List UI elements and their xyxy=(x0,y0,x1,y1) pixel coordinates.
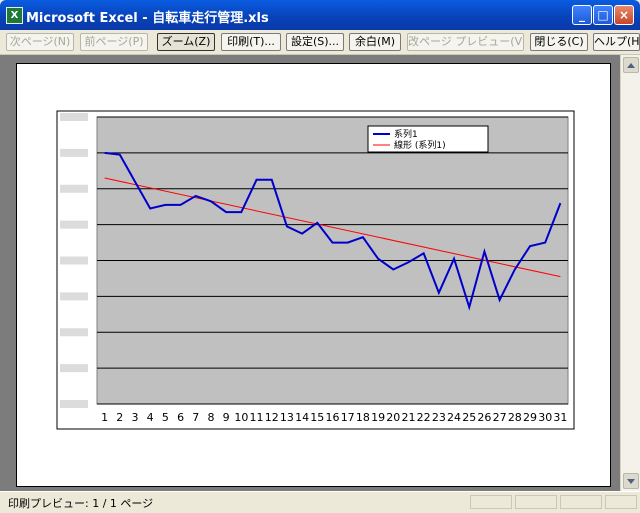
x-tick-label: 8 xyxy=(207,411,214,424)
x-tick-label: 31 xyxy=(553,411,567,424)
status-panel xyxy=(560,495,602,509)
vertical-scrollbar[interactable] xyxy=(620,55,640,491)
y-tick-label xyxy=(60,184,88,193)
y-tick-label xyxy=(60,364,88,373)
x-tick-label: 18 xyxy=(356,411,370,424)
x-tick-label: 30 xyxy=(538,411,552,424)
scroll-up-arrow-icon[interactable] xyxy=(623,57,639,73)
preview-area[interactable]: 1 2 3 4 5 6 7 8 9 10 11 12 13 14 15 16 17 18 19 20 21 22 23 24 2… xyxy=(0,55,620,491)
legend-label: 線形 (系列1) xyxy=(394,139,446,151)
x-tick-label: 6 xyxy=(177,411,184,424)
title-bar: X Microsoft Excel - 自転車走行管理.xls _ □ × xyxy=(0,0,640,30)
x-tick-label: 24 xyxy=(447,411,461,424)
x-tick-label: 10 xyxy=(234,411,248,424)
maximize-button[interactable]: □ xyxy=(593,5,613,25)
x-tick-label: 14 xyxy=(295,411,309,424)
setup-button[interactable]: 設定(S)... xyxy=(286,33,344,51)
printed-page[interactable]: 1 2 3 4 5 6 7 8 9 10 11 12 13 14 15 16 17 18 19 20 21 22 23 24 2… xyxy=(16,63,611,487)
close-window-button[interactable]: × xyxy=(614,5,634,25)
margins-button[interactable]: 余白(M) xyxy=(349,33,401,51)
legend-label: 系列1 xyxy=(394,128,418,140)
x-tick-label: 22 xyxy=(417,411,431,424)
y-tick-label xyxy=(60,148,88,157)
x-tick-label: 9 xyxy=(223,411,230,424)
y-tick-label xyxy=(60,400,88,408)
x-tick-label: 7 xyxy=(192,411,199,424)
maximize-icon: □ xyxy=(597,8,609,22)
excel-icon[interactable]: X xyxy=(6,7,23,24)
minimize-button[interactable]: _ xyxy=(572,5,592,25)
scroll-down-arrow-icon[interactable] xyxy=(623,473,639,489)
minimize-icon: _ xyxy=(579,8,585,22)
preview-toolbar: 次ページ(N) 前ページ(P) ズーム(Z) 印刷(T)... 設定(S)...… xyxy=(0,30,640,55)
line-chart: 1 2 3 4 5 6 7 8 9 10 11 12 13 14 15 16 17 18 19 20 21 22 23 24 2… xyxy=(56,110,575,430)
x-tick-label: 28 xyxy=(508,411,522,424)
x-tick-label: 4 xyxy=(147,411,154,424)
status-panel xyxy=(515,495,557,509)
print-button[interactable]: 印刷(T)... xyxy=(221,33,281,51)
x-tick-label: 25 xyxy=(462,411,476,424)
x-tick-label: 21 xyxy=(401,411,415,424)
status-bar: 印刷プレビュー: 1 / 1 ページ xyxy=(0,491,640,513)
status-panel xyxy=(470,495,512,509)
status-text: 印刷プレビュー: 1 / 1 ページ xyxy=(8,497,154,510)
y-tick-label xyxy=(60,113,88,121)
x-tick-label: 16 xyxy=(326,411,340,424)
x-tick-label: 13 xyxy=(280,411,294,424)
status-panel xyxy=(605,495,637,509)
y-tick-label xyxy=(60,220,88,229)
close-icon: × xyxy=(618,8,630,22)
help-button[interactable]: ヘルプ(H) xyxy=(593,33,640,51)
x-tick-label: 23 xyxy=(432,411,446,424)
x-tick-label: 27 xyxy=(493,411,507,424)
x-tick-label: 26 xyxy=(477,411,491,424)
x-tick-label: 12 xyxy=(265,411,279,424)
page-break-preview-button[interactable]: 改ページ プレビュー(V) xyxy=(407,33,524,51)
prev-page-button[interactable]: 前ページ(P) xyxy=(80,33,148,51)
close-preview-button[interactable]: 閉じる(C) xyxy=(530,33,588,51)
x-tick-label: 2 xyxy=(116,411,123,424)
x-tick-label: 19 xyxy=(371,411,385,424)
x-tick-label: 11 xyxy=(250,411,264,424)
x-tick-label: 15 xyxy=(310,411,324,424)
next-page-button[interactable]: 次ページ(N) xyxy=(6,33,74,51)
x-tick-label: 3 xyxy=(131,411,138,424)
y-tick-label xyxy=(60,292,88,301)
x-tick-label: 1 xyxy=(101,411,108,424)
window-title: Microsoft Excel - 自転車走行管理.xls xyxy=(26,11,269,26)
zoom-button[interactable]: ズーム(Z) xyxy=(157,33,215,51)
x-tick-label: 20 xyxy=(386,411,400,424)
x-tick-label: 17 xyxy=(341,411,355,424)
x-tick-label: 5 xyxy=(162,411,169,424)
x-tick-label: 29 xyxy=(523,411,537,424)
y-tick-label xyxy=(60,256,88,265)
y-tick-label xyxy=(60,328,88,337)
